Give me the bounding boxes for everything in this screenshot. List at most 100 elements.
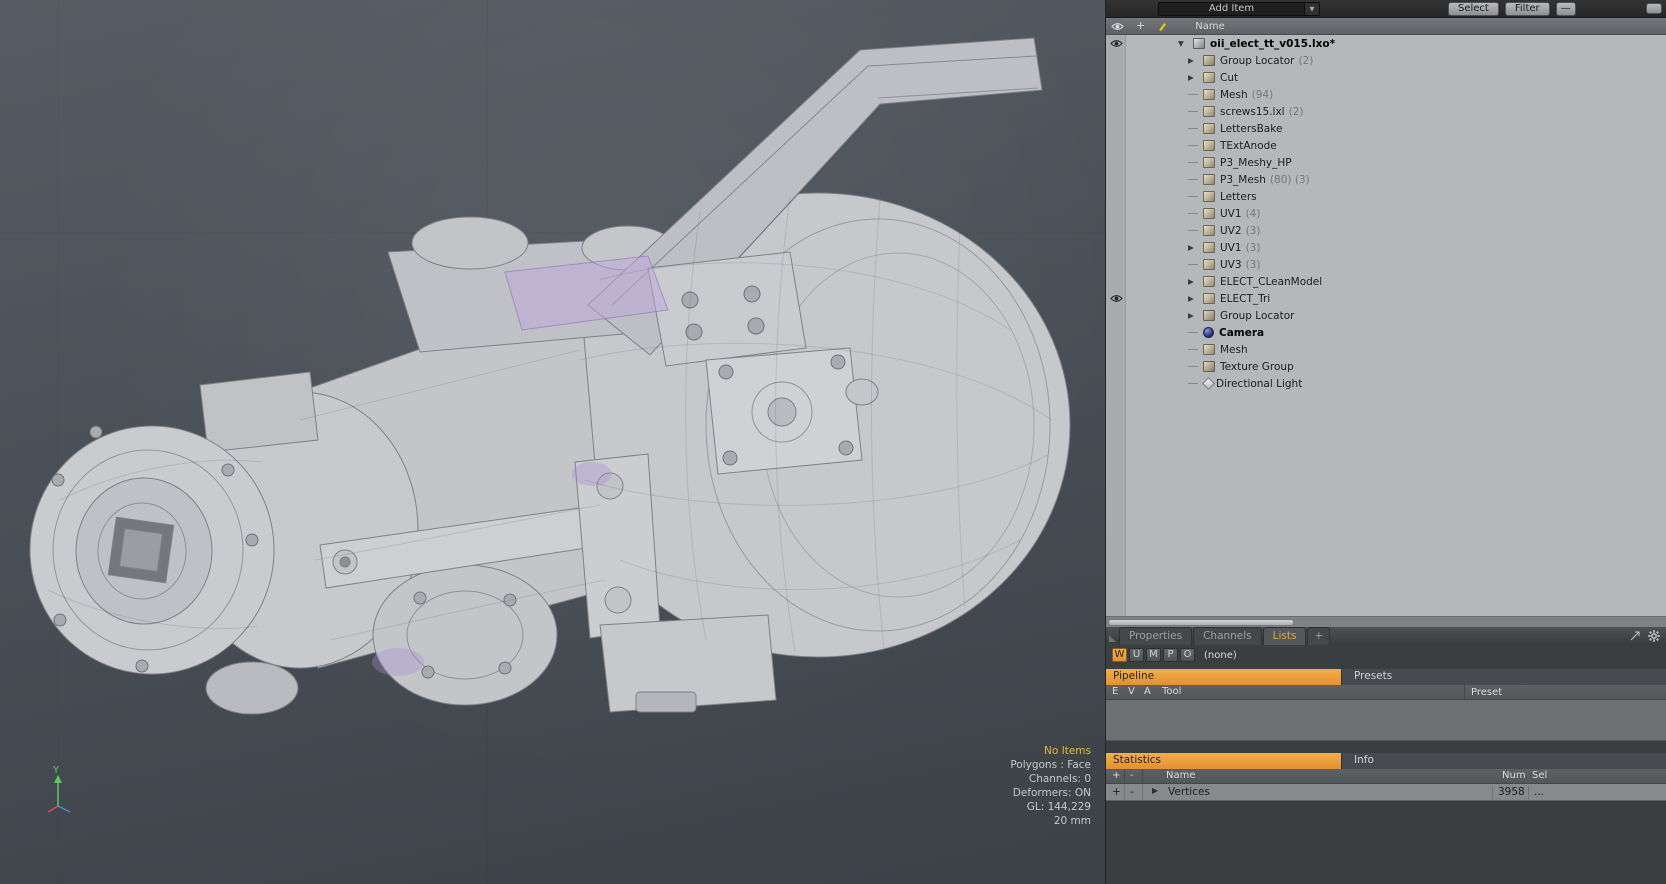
stat-collapse-button[interactable]: - [1130,786,1134,798]
list-item[interactable]: LettersBake [1106,120,1666,137]
horizontal-scrollbar[interactable] [1106,616,1666,627]
expander-icon[interactable] [1188,230,1203,231]
list-item[interactable]: P3_Mesh (80) (3) [1106,171,1666,188]
expander-icon[interactable]: ▶ [1188,56,1203,65]
mode-other-button[interactable]: O [1180,648,1195,662]
mode-uv-button[interactable]: U [1129,648,1144,662]
visibility-column-eye-icon[interactable] [1111,22,1124,31]
add-column-icon[interactable]: + [1136,20,1145,31]
visibility-cell[interactable] [1106,324,1127,341]
panel-menu-button[interactable] [1646,3,1662,14]
list-item[interactable]: Letters [1106,188,1666,205]
expander-icon[interactable] [1188,145,1203,146]
expander-icon[interactable]: ▶ [1152,786,1158,795]
expander-icon[interactable] [1188,179,1203,180]
list-item[interactable]: UV3 (3) [1106,256,1666,273]
expander-icon[interactable] [1188,213,1203,214]
expander-icon[interactable] [1188,162,1203,163]
expander-icon[interactable]: ▶ [1188,73,1203,82]
visibility-cell[interactable] [1106,222,1127,239]
pipeline-presets-header[interactable]: Presets [1341,669,1666,685]
list-item[interactable]: screws15.lxl (2) [1106,103,1666,120]
expander-icon[interactable] [1188,196,1203,197]
expander-icon[interactable]: ▼ [1178,39,1193,48]
expander-icon[interactable] [1188,366,1203,367]
expander-icon[interactable] [1188,349,1203,350]
visibility-cell[interactable] [1106,35,1127,52]
stats-col-plus[interactable]: + [1112,770,1120,781]
mode-pick-button[interactable]: P [1163,648,1178,662]
eye-visibility-icon[interactable] [1110,294,1123,303]
visibility-cell[interactable] [1106,137,1127,154]
list-item[interactable]: Texture Group [1106,358,1666,375]
expander-icon[interactable]: ▶ [1188,243,1203,252]
add-tab-button[interactable]: + [1307,627,1331,645]
expander-icon[interactable]: ▶ [1188,294,1203,303]
tab-properties[interactable]: Properties [1119,627,1193,645]
list-item[interactable]: ▶ ELECT_CLeanModel [1106,273,1666,290]
list-item[interactable]: Mesh (94) [1106,86,1666,103]
expander-icon[interactable] [1188,264,1203,265]
statistics-header[interactable]: Statistics [1106,753,1341,769]
expander-icon[interactable] [1188,111,1203,112]
list-item[interactable]: ▶ UV1 (3) [1106,239,1666,256]
visibility-cell[interactable] [1106,239,1127,256]
visibility-cell[interactable] [1106,103,1127,120]
active-map-value[interactable]: (none) [1204,650,1237,661]
tab-lists[interactable]: Lists [1262,627,1307,645]
expander-icon[interactable] [1188,94,1203,95]
visibility-cell[interactable] [1106,273,1127,290]
visibility-cell[interactable] [1106,358,1127,375]
eye-visibility-icon[interactable] [1111,22,1124,31]
visibility-cell[interactable] [1106,188,1127,205]
visibility-cell[interactable] [1106,290,1127,307]
list-item[interactable]: ▼ oii_elect_tt_v015.lxo* [1106,35,1666,52]
stat-expand-button[interactable]: + [1112,786,1121,798]
expander-icon[interactable] [1188,332,1203,333]
pipeline-header[interactable]: Pipeline [1106,669,1341,685]
list-item[interactable]: UV1 (4) [1106,205,1666,222]
visibility-cell[interactable] [1106,341,1127,358]
visibility-cell[interactable] [1106,307,1127,324]
visibility-cell[interactable] [1106,69,1127,86]
list-item[interactable]: ▶ Cut [1106,69,1666,86]
list-item[interactable]: Directional Light [1106,375,1666,392]
statistics-row-vertices[interactable]: + - ▶ Vertices 3958 ... [1106,784,1666,801]
visibility-cell[interactable] [1106,154,1127,171]
filter-button[interactable]: Filter [1504,1,1550,16]
visibility-cell[interactable] [1106,256,1127,273]
add-item-dropdown[interactable]: Add Item ▼ [1158,1,1320,16]
list-item[interactable]: UV2 (3) [1106,222,1666,239]
mode-morph-button[interactable]: M [1146,648,1161,662]
scrollbar-thumb[interactable] [1108,618,1294,626]
pen-column-icon[interactable] [1157,21,1167,32]
stats-col-minus[interactable]: - [1130,770,1134,781]
expander-icon[interactable] [1188,383,1203,384]
visibility-cell[interactable] [1106,375,1127,392]
expander-icon[interactable] [1188,128,1203,129]
3d-viewport[interactable]: Y No Items Polygons : Face Channels: 0 D… [0,0,1105,884]
list-options-button[interactable]: — [1555,1,1576,16]
list-item[interactable]: Mesh [1106,341,1666,358]
visibility-cell[interactable] [1106,120,1127,137]
select-button[interactable]: Select [1448,1,1499,16]
tab-channels[interactable]: Channels [1193,627,1262,645]
mode-weight-button[interactable]: W [1112,648,1127,662]
list-item[interactable]: ▶ ELECT_Tri [1106,290,1666,307]
list-item[interactable]: ▶ Group Locator (2) [1106,52,1666,69]
expander-icon[interactable]: ▶ [1188,311,1203,320]
list-item[interactable]: P3_Meshy_HP [1106,154,1666,171]
visibility-cell[interactable] [1106,52,1127,69]
list-item[interactable]: Camera [1106,324,1666,341]
list-item[interactable]: TExtAnode [1106,137,1666,154]
visibility-cell[interactable] [1106,171,1127,188]
list-item[interactable]: ▶ Group Locator [1106,307,1666,324]
pipeline-list[interactable] [1106,700,1666,741]
gear-icon[interactable] [1648,630,1660,642]
visibility-cell[interactable] [1106,86,1127,103]
statistics-info-header[interactable]: Info [1341,753,1666,769]
expander-icon[interactable]: ▶ [1188,277,1203,286]
visibility-cell[interactable] [1106,205,1127,222]
eye-visibility-icon[interactable] [1110,39,1123,48]
expand-panel-icon[interactable] [1629,630,1641,642]
